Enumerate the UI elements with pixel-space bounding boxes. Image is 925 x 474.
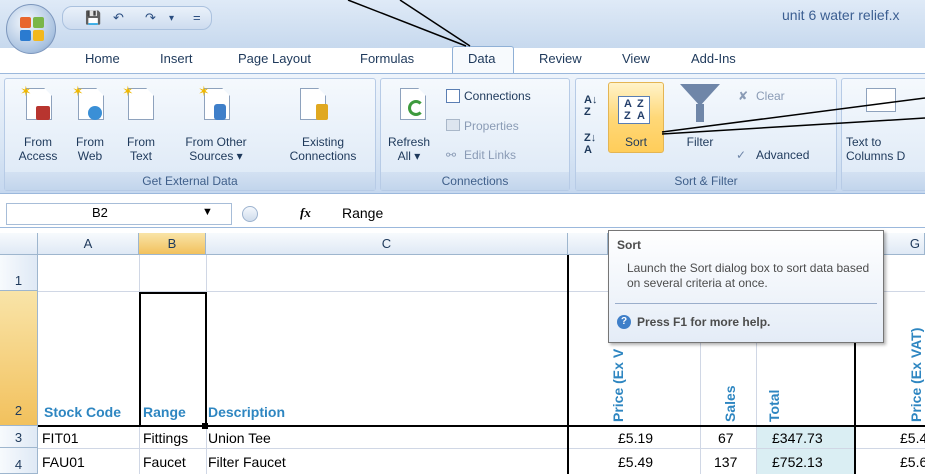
- arrow-line-to-data-tab: [399, 0, 471, 47]
- annotation-arrows: [347, 0, 925, 135]
- arrow-line-to-sort: [661, 97, 925, 133]
- arrow-line-to-data-tab: [347, 0, 467, 47]
- office-button[interactable]: [6, 4, 56, 54]
- office-logo-icon: [20, 17, 44, 41]
- arrow-line-to-sort: [661, 117, 925, 135]
